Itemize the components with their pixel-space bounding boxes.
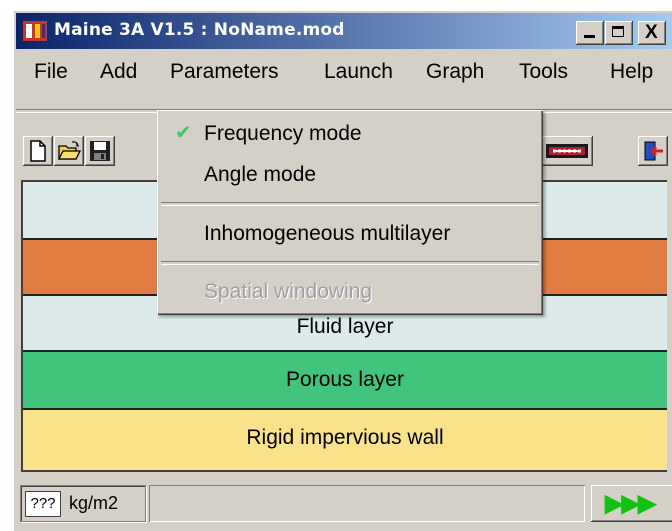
open-folder-icon xyxy=(57,141,81,160)
window-title: Maine 3A V1.5 : NoName.mod xyxy=(54,20,345,40)
new-file-icon xyxy=(30,140,46,162)
status-message xyxy=(149,485,585,522)
surface-mass-field: ??? kg/m2 xyxy=(20,485,146,522)
exit-button[interactable] xyxy=(638,136,668,166)
menu-file[interactable]: File xyxy=(34,60,68,84)
status-bar: ??? kg/m2 ▶▶▶ xyxy=(16,476,672,531)
save-button[interactable] xyxy=(85,136,115,166)
menu-parameters[interactable]: Parameters xyxy=(170,60,279,84)
menu-help[interactable]: Help xyxy=(610,60,653,84)
menu-separator xyxy=(161,202,539,206)
maximize-button[interactable] xyxy=(605,21,633,45)
surface-mass-unit: kg/m2 xyxy=(69,493,119,513)
app-logo-icon xyxy=(22,20,48,42)
layer-rigid-wall[interactable]: Rigid impervious wall xyxy=(23,410,667,470)
close-button[interactable]: X xyxy=(638,21,666,45)
open-file-button[interactable] xyxy=(54,136,84,166)
menu-graph[interactable]: Graph xyxy=(426,60,484,84)
layer-label: Porous layer xyxy=(286,368,404,391)
layer-view-button[interactable] xyxy=(541,136,593,166)
exit-door-icon xyxy=(644,141,663,161)
main-window: Maine 3A V1.5 : NoName.mod X File Add Pa… xyxy=(13,10,672,531)
menu-bar: File Add Parameters Launch Graph Tools H… xyxy=(16,52,672,94)
save-disk-icon xyxy=(90,141,110,161)
menu-item-label: Frequency mode xyxy=(204,122,362,145)
new-file-button[interactable] xyxy=(23,136,53,166)
minimize-button[interactable] xyxy=(576,21,604,45)
run-button[interactable]: ▶▶▶ xyxy=(591,485,672,522)
layer-label: Rigid impervious wall xyxy=(246,426,444,449)
checkmark-icon: ✔ xyxy=(175,122,192,144)
layer-porous[interactable]: Porous layer xyxy=(23,352,667,410)
menu-tools[interactable]: Tools xyxy=(519,60,568,84)
run-arrows-icon: ▶▶▶ xyxy=(605,490,656,517)
parameters-dropdown: ✔ Frequency mode Angle mode Inhomogeneou… xyxy=(157,110,543,315)
menu-item-spatial-windowing: Spatial windowing xyxy=(157,274,543,310)
menu-add[interactable]: Add xyxy=(100,60,137,84)
menu-item-frequency-mode[interactable]: ✔ Frequency mode xyxy=(157,116,543,152)
menu-item-inhomogeneous-multilayer[interactable]: Inhomogeneous multilayer xyxy=(157,216,543,252)
title-bar[interactable]: Maine 3A V1.5 : NoName.mod X xyxy=(16,13,672,49)
close-icon: X xyxy=(645,22,658,43)
menu-item-label: Spatial windowing xyxy=(204,280,373,303)
menu-launch[interactable]: Launch xyxy=(324,60,393,84)
menu-item-label: Inhomogeneous multilayer xyxy=(204,222,451,245)
layer-label: Fluid layer xyxy=(296,315,394,338)
menu-item-angle-mode[interactable]: Angle mode xyxy=(157,157,543,193)
layer-stack-icon xyxy=(546,144,588,158)
maximize-icon xyxy=(612,26,624,37)
minimize-icon xyxy=(584,35,595,38)
surface-mass-value[interactable]: ??? xyxy=(25,491,61,517)
menu-item-label: Angle mode xyxy=(204,163,317,186)
menu-separator xyxy=(161,261,539,265)
